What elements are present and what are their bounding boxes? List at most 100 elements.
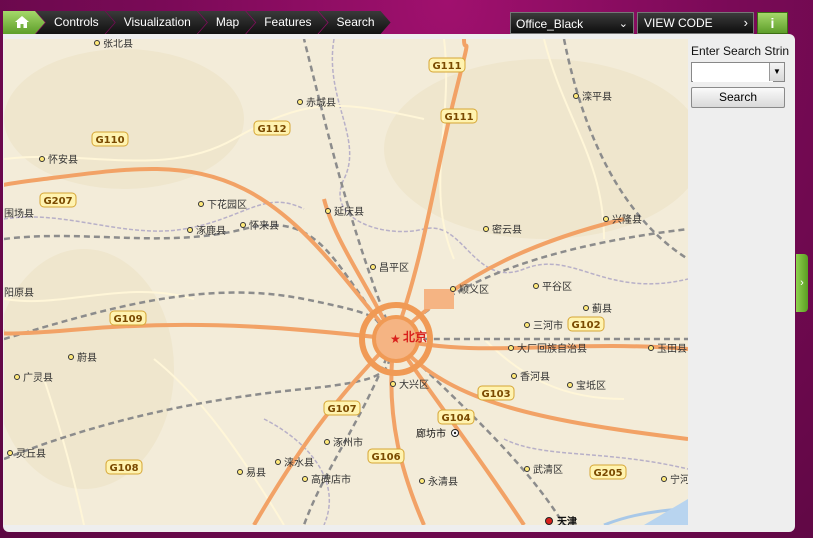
place-label: 赤城县	[306, 97, 336, 109]
place-label: 香河县	[520, 371, 550, 383]
place-marker: 张北县	[94, 39, 133, 50]
breadcrumb-search[interactable]: Search	[319, 11, 391, 34]
map-view[interactable]: G111 G111 G110 G112 G207 G109 G102 G107 …	[4, 39, 688, 525]
place-marker: 香河县	[511, 371, 550, 383]
place-label: 宁河	[670, 473, 688, 486]
place-marker: 玉田县	[648, 343, 687, 355]
chevron-down-icon: ⌄	[618, 18, 628, 30]
highway-shield: G102	[567, 316, 605, 332]
highway-label: G102	[571, 320, 600, 331]
highway-label: G111	[444, 112, 473, 123]
highway-label: G107	[327, 404, 356, 415]
highway-shield: G111	[428, 57, 466, 73]
place-label: 延庆县	[334, 205, 364, 218]
info-icon: i	[770, 15, 775, 31]
place-label: 广灵县	[23, 372, 53, 384]
highway-shield: G107	[323, 400, 361, 416]
place-marker: 三河市	[524, 319, 563, 332]
theme-selector-value: Office_Black	[516, 17, 584, 31]
breadcrumb-visualization[interactable]: Visualization	[106, 11, 207, 34]
place-label: 顺义区	[459, 284, 489, 296]
place-marker: 赤城县	[297, 97, 336, 109]
place-marker: 涿州市	[324, 436, 363, 449]
place-label: 平谷区	[542, 281, 572, 293]
place-label: 大厂回族自治县	[517, 342, 587, 355]
search-label: Enter Search Strin	[691, 44, 790, 58]
place-marker: 高碑店市	[302, 473, 351, 486]
place-marker: 蓟县	[583, 302, 612, 315]
highway-shield: G106	[367, 448, 405, 464]
search-combobox[interactable]: ▼	[691, 62, 785, 82]
place-marker: 平谷区	[533, 281, 572, 293]
highway-label: G207	[43, 196, 72, 207]
place-label: 围场县	[4, 207, 34, 220]
view-code-button[interactable]: VIEW CODE ›	[637, 12, 754, 34]
highway-label: G205	[593, 468, 622, 479]
breadcrumb: Controls Visualization Map Features Sear…	[3, 11, 382, 34]
place-label: 灵丘县	[16, 448, 46, 460]
place-label: 永清县	[428, 475, 458, 488]
chevron-down-icon[interactable]: ▼	[769, 63, 784, 81]
chevron-right-icon: ›	[800, 277, 804, 289]
highway-label: G112	[257, 124, 286, 135]
place-label: 下花园区	[207, 198, 247, 211]
home-icon	[14, 15, 30, 29]
search-button[interactable]: Search	[691, 87, 785, 108]
place-label: 阳原县	[4, 287, 34, 299]
place-label: 廊坊市	[416, 427, 446, 440]
highway-label: G106	[371, 452, 400, 463]
expand-panel-tab[interactable]: ›	[796, 254, 808, 312]
place-marker: 永清县	[419, 475, 458, 488]
capital-label: 北京	[403, 329, 427, 344]
highway-shield: G111	[440, 108, 478, 124]
breadcrumb-features[interactable]: Features	[246, 11, 327, 34]
breadcrumb-home[interactable]	[3, 11, 45, 34]
theme-selector[interactable]: Office_Black ⌄	[510, 12, 634, 34]
place-label: 昌平区	[379, 262, 409, 274]
place-label: 武清区	[533, 463, 563, 476]
place-marker: 廊坊市	[416, 427, 459, 440]
highway-shield: G207	[39, 192, 77, 208]
highway-label: G109	[113, 314, 142, 325]
place-marker: 大兴区	[390, 378, 429, 391]
place-label: 高碑店市	[311, 473, 351, 486]
place-marker: 涿鹿县	[187, 224, 226, 237]
chevron-right-icon: ›	[743, 15, 748, 30]
place-marker: 下花园区	[198, 198, 247, 211]
place-label: 兴隆县	[612, 213, 642, 226]
highway-label: G108	[109, 463, 138, 474]
breadcrumb-controls[interactable]: Controls	[36, 11, 115, 34]
place-marker: 灵丘县	[7, 448, 46, 460]
place-marker: 武清区	[524, 463, 563, 476]
highway-shield: G108	[105, 459, 143, 475]
place-label: 玉田县	[657, 343, 687, 355]
place-label: 宝坻区	[576, 379, 606, 392]
search-input[interactable]	[693, 64, 773, 82]
place-label: 蓟县	[592, 302, 612, 315]
place-marker: 昌平区	[370, 262, 409, 274]
info-button[interactable]: i	[757, 12, 788, 34]
place-marker: 宝坻区	[567, 379, 606, 392]
highway-label: G104	[441, 413, 470, 424]
place-label: 大兴区	[399, 378, 429, 391]
place-label: 易县	[246, 467, 266, 479]
place-marker: 大厂回族自治县	[508, 342, 587, 355]
place-marker: 天津	[545, 515, 577, 525]
place-marker: 涞水县	[275, 457, 314, 469]
place-label: 怀安县	[48, 153, 78, 166]
place-label: 涿州市	[333, 436, 363, 449]
highway-shield: G205	[589, 464, 627, 480]
place-label: 三河市	[533, 319, 563, 332]
capital-marker: ★ 北京	[390, 329, 427, 346]
place-label: 涞水县	[284, 457, 314, 469]
place-label: 涿鹿县	[196, 224, 226, 237]
highway-label: G111	[432, 61, 461, 72]
place-label: 密云县	[492, 223, 522, 236]
place-marker: 怀来县	[240, 220, 279, 232]
place-label: 怀来县	[249, 220, 279, 232]
place-label: 蔚县	[77, 352, 97, 364]
capital-star-icon: ★	[390, 332, 401, 346]
highway-label: G103	[481, 389, 510, 400]
place-label: 天津	[557, 515, 577, 525]
highway-shield: G110	[91, 131, 129, 147]
